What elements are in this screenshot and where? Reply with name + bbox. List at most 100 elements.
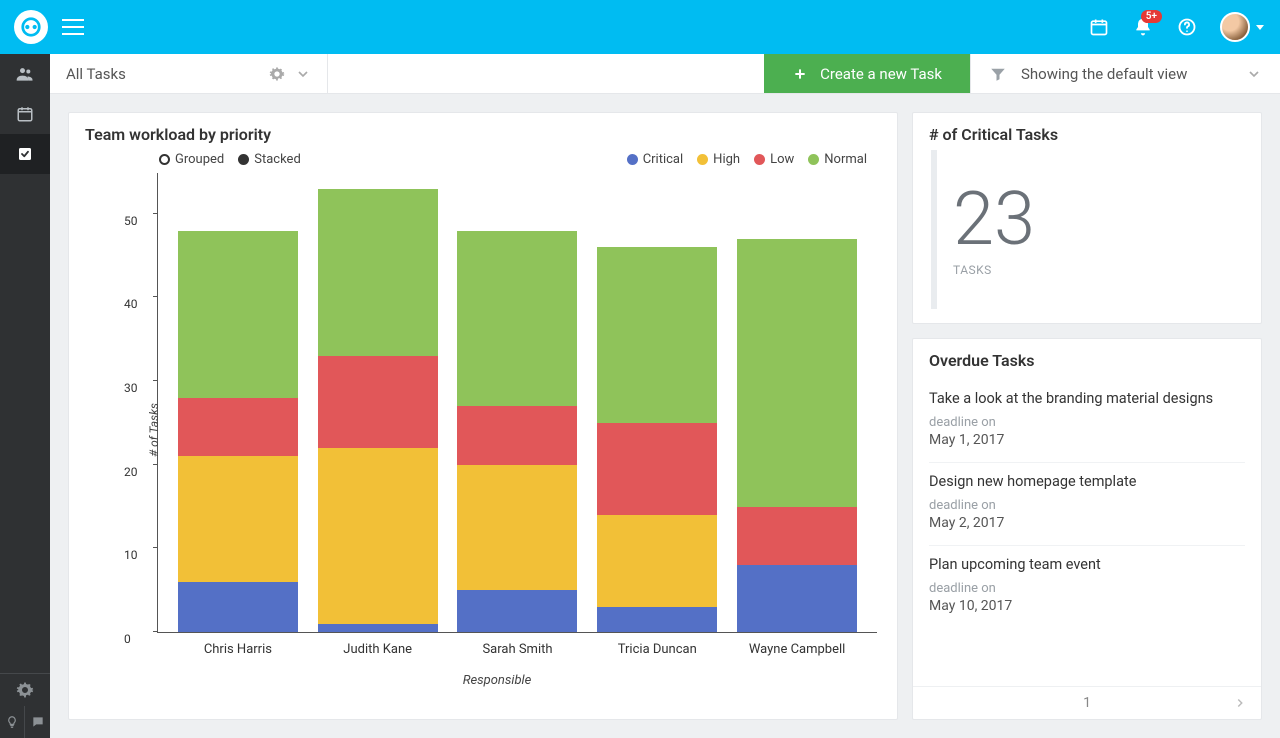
page-number: 1 (1083, 695, 1091, 711)
gear-icon[interactable] (269, 66, 285, 82)
left-rail (0, 54, 50, 738)
bar-column: Wayne Campbell (737, 239, 857, 632)
user-menu[interactable] (1220, 16, 1264, 38)
bar-segment[interactable] (457, 406, 577, 465)
bar-segment[interactable] (457, 231, 577, 407)
overdue-panel-title: Overdue Tasks (913, 339, 1261, 376)
y-tick-label: 40 (124, 297, 138, 311)
radio-checked-icon (238, 154, 249, 165)
legend-swatch (697, 154, 708, 165)
critical-tasks-panel: # of Critical Tasks 23 TASKS (912, 112, 1262, 324)
bar-segment[interactable] (178, 398, 298, 457)
notifications-icon[interactable]: 5+ (1132, 16, 1154, 38)
bar-segment[interactable] (178, 582, 298, 632)
legend-swatch (627, 154, 638, 165)
tips-icon[interactable] (0, 706, 25, 738)
rail-item-team[interactable] (0, 54, 50, 94)
bar-segment[interactable] (318, 624, 438, 632)
filter-icon (989, 65, 1007, 83)
bar-segment[interactable] (318, 189, 438, 356)
x-tick-label: Judith Kane (308, 642, 448, 657)
rail-bottom (0, 673, 50, 738)
next-page-icon[interactable] (1233, 696, 1247, 710)
series-legend: Critical High Low Normal (627, 152, 867, 167)
legend-swatch (754, 154, 765, 165)
overdue-deadline-label: deadline on (929, 581, 1245, 596)
bar-segment[interactable] (178, 231, 298, 398)
chart-title: Team workload by priority (69, 113, 897, 150)
bar-column: Chris Harris (178, 231, 298, 632)
y-tick-label: 0 (124, 632, 131, 646)
settings-icon[interactable] (0, 674, 50, 706)
legend-item[interactable]: Critical (627, 152, 683, 167)
chart-plot: # of Tasks Chris HarrisJudith KaneSarah … (157, 173, 877, 633)
legend-item[interactable]: Low (754, 152, 794, 167)
overdue-deadline-label: deadline on (929, 415, 1245, 430)
chevron-down-icon[interactable] (1246, 66, 1262, 82)
y-tick-label: 10 (124, 548, 138, 562)
chevron-down-icon (1256, 25, 1264, 30)
overdue-item-date: May 1, 2017 (929, 432, 1245, 448)
main-content: Team workload by priority Grouped Stacke… (50, 94, 1280, 738)
critical-panel-title: # of Critical Tasks (913, 113, 1261, 150)
chart-mode-toggle[interactable]: Grouped Stacked (159, 152, 301, 167)
bar-segment[interactable] (457, 590, 577, 632)
bar-segment[interactable] (737, 507, 857, 566)
critical-count: 23 (953, 183, 1035, 257)
chat-icon[interactable] (25, 706, 50, 738)
breadcrumb-title: All Tasks (66, 65, 259, 83)
overdue-item-date: May 10, 2017 (929, 598, 1245, 614)
accent-bar (931, 150, 937, 309)
toolbar: All Tasks Create a new Task Showing the … (50, 54, 1280, 94)
bar-segment[interactable] (318, 356, 438, 448)
bar-segment[interactable] (318, 448, 438, 624)
bar-segment[interactable] (597, 247, 717, 423)
y-tick-label: 20 (124, 465, 138, 479)
x-tick-label: Chris Harris (168, 642, 308, 657)
bar-segment[interactable] (178, 456, 298, 581)
create-task-button[interactable]: Create a new Task (764, 54, 970, 93)
breadcrumb[interactable]: All Tasks (50, 54, 328, 93)
bar-segment[interactable] (597, 515, 717, 607)
calendar-icon[interactable] (1088, 16, 1110, 38)
x-tick-label: Sarah Smith (447, 642, 587, 657)
rail-item-tasks[interactable] (0, 134, 50, 174)
radio-unchecked-icon (159, 154, 170, 165)
x-tick-label: Wayne Campbell (727, 642, 867, 657)
menu-toggle-icon[interactable] (62, 19, 84, 35)
chevron-down-icon[interactable] (295, 66, 311, 82)
view-filter[interactable]: Showing the default view (970, 54, 1280, 93)
overdue-item[interactable]: Take a look at the branding material des… (929, 380, 1245, 463)
bar-segment[interactable] (597, 607, 717, 632)
x-tick-label: Tricia Duncan (587, 642, 727, 657)
bar-column: Sarah Smith (457, 231, 577, 632)
create-task-label: Create a new Task (820, 65, 942, 83)
app-logo[interactable] (14, 10, 48, 44)
overdue-item[interactable]: Design new homepage template deadline on… (929, 463, 1245, 546)
bar-segment[interactable] (597, 423, 717, 515)
rail-item-calendar[interactable] (0, 94, 50, 134)
bar-segment[interactable] (737, 239, 857, 507)
help-icon[interactable] (1176, 16, 1198, 38)
critical-caption: TASKS (953, 263, 1035, 277)
overdue-item-title: Design new homepage template (929, 473, 1245, 490)
bar-segment[interactable] (737, 565, 857, 632)
legend-item[interactable]: High (697, 152, 740, 167)
legend-item[interactable]: Normal (808, 152, 867, 167)
avatar (1220, 12, 1250, 42)
chart-panel: Team workload by priority Grouped Stacke… (68, 112, 898, 720)
topbar: 5+ (0, 0, 1280, 54)
bar-segment[interactable] (457, 465, 577, 590)
x-axis-label: Responsible (117, 673, 877, 688)
overdue-item-date: May 2, 2017 (929, 515, 1245, 531)
legend-swatch (808, 154, 819, 165)
y-tick-label: 50 (124, 214, 138, 228)
overdue-item-title: Take a look at the branding material des… (929, 390, 1245, 407)
overdue-deadline-label: deadline on (929, 498, 1245, 513)
bar-column: Tricia Duncan (597, 247, 717, 632)
notification-badge: 5+ (1141, 10, 1162, 23)
view-filter-label: Showing the default view (1021, 65, 1232, 83)
overdue-tasks-panel: Overdue Tasks Take a look at the brandin… (912, 338, 1262, 720)
overdue-item[interactable]: Plan upcoming team event deadline on May… (929, 546, 1245, 628)
bar-column: Judith Kane (318, 189, 438, 632)
